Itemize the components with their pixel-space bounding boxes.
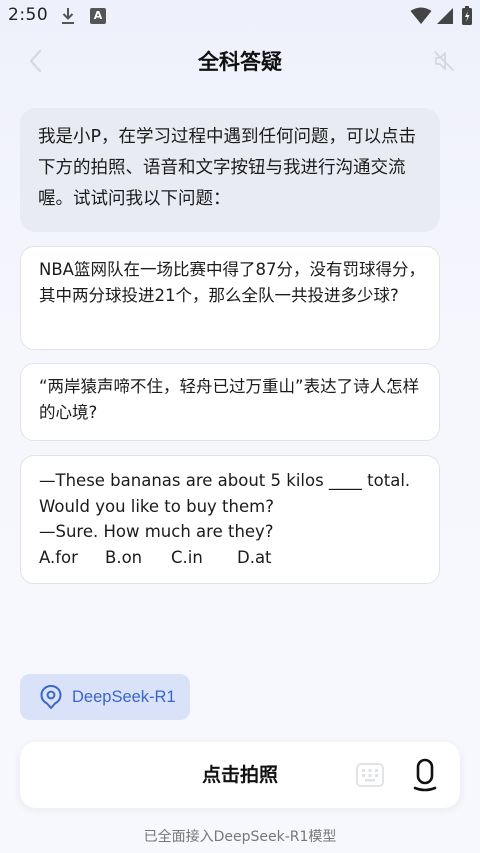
keyboard-icon[interactable] xyxy=(356,763,384,787)
model-selector-chip[interactable]: DeepSeek-R1 xyxy=(20,674,190,720)
question-line: —Sure. How much are they? xyxy=(39,522,274,541)
microphone-icon[interactable] xyxy=(412,758,438,792)
question-options: A.for B.on C.in D.at xyxy=(39,545,425,571)
option-c: C.in xyxy=(171,547,203,567)
footer-note: 已全面接入DeepSeek-R1模型 xyxy=(143,829,337,845)
location-pin-icon xyxy=(40,685,62,709)
signal-icon xyxy=(437,8,453,24)
question-line: —These bananas are about 5 kilos ____ to… xyxy=(39,471,411,490)
take-photo-button[interactable]: 点击拍照 xyxy=(170,742,310,808)
suggested-question-card[interactable]: “两岸猿声啼不住，轻舟已过万重山”表达了诗人怎样的心境? xyxy=(20,363,440,441)
download-icon xyxy=(62,8,74,24)
status-time: 2:50 xyxy=(8,5,49,25)
speaker-mute-icon[interactable] xyxy=(432,49,456,73)
option-b: B.on xyxy=(105,547,143,567)
page-title: 全科答疑 xyxy=(198,50,282,74)
input-bar: 点击拍照 xyxy=(20,742,460,808)
status-bar: 2:50 A xyxy=(0,0,480,34)
battery-icon xyxy=(462,6,472,25)
assistant-greeting-bubble: 我是小P，在学习过程中遇到任何问题，可以点击下方的拍照、语音和文字按钮与我进行沟… xyxy=(20,108,440,232)
wifi-icon xyxy=(410,7,432,24)
model-chip-label: DeepSeek-R1 xyxy=(72,687,176,706)
option-a: A.for xyxy=(39,547,78,567)
suggested-question-card[interactable]: —These bananas are about 5 kilos ____ to… xyxy=(20,455,440,584)
question-line: Would you like to buy them? xyxy=(39,496,274,516)
suggested-question-card[interactable]: NBA篮网队在一场比赛中得了87分，没有罚球得分，其中两分球投进21个，那么全队… xyxy=(20,246,440,350)
option-d: D.at xyxy=(237,547,272,567)
a-badge-icon: A xyxy=(90,8,106,24)
